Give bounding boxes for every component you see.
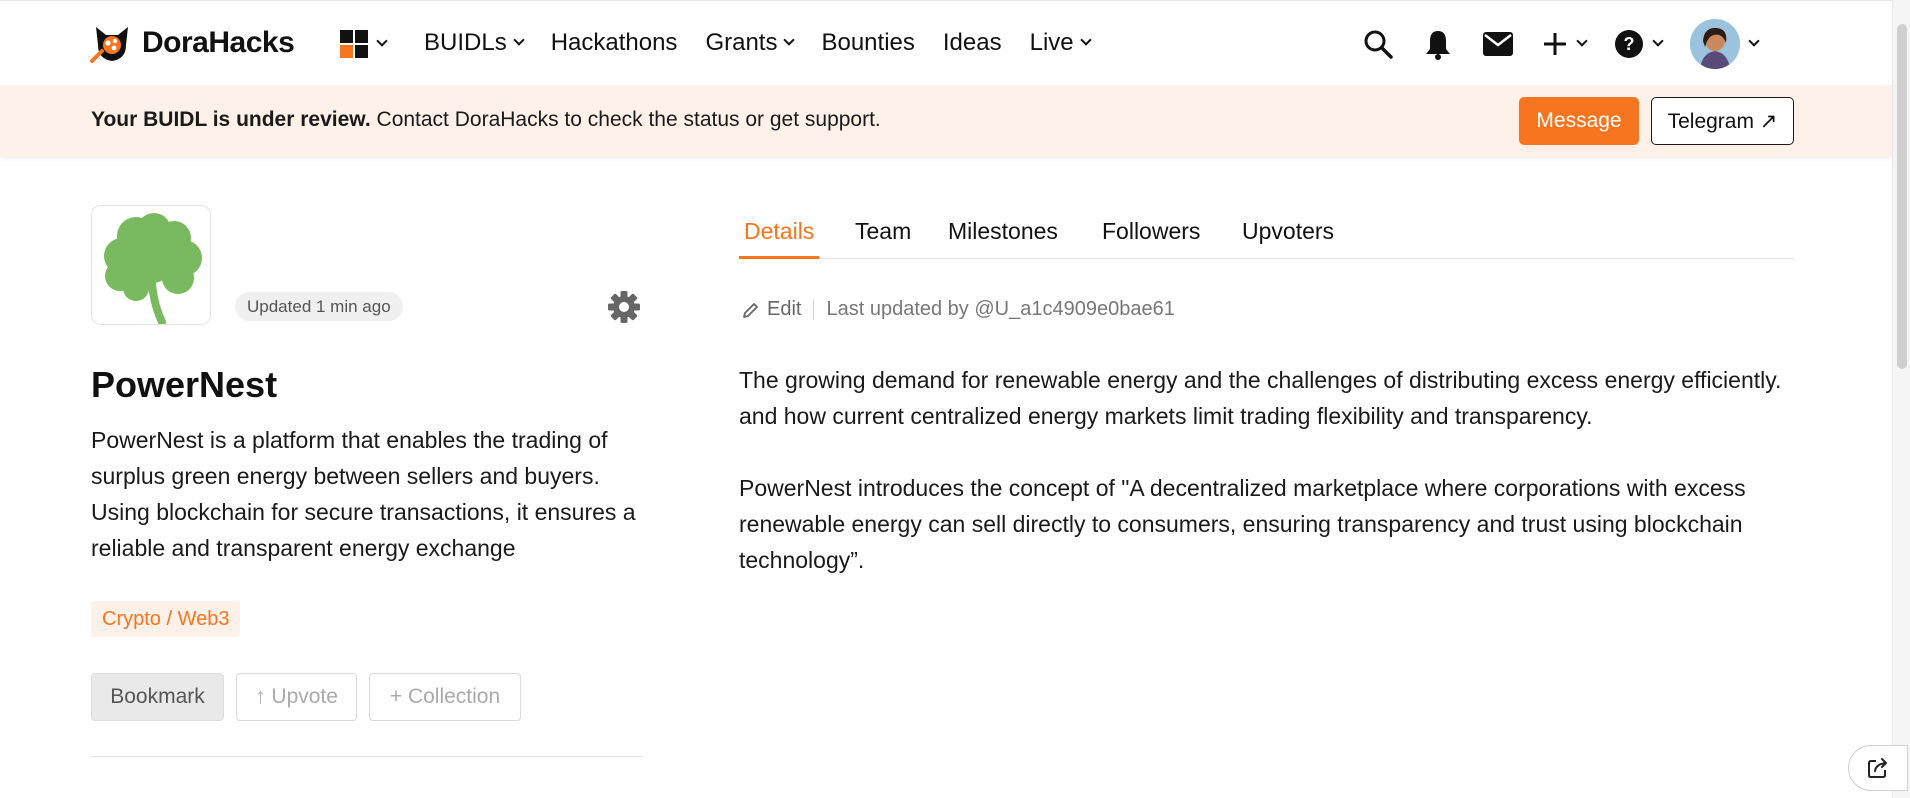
pencil-icon	[743, 302, 758, 318]
chevron-down-icon	[1576, 35, 1588, 47]
clover-icon	[104, 213, 202, 324]
nav-link-label: Grants	[705, 29, 778, 56]
top-nav: DoraHacks BUIDLs Hackathons Grants Bount…	[0, 0, 1892, 85]
upvote-button[interactable]: ↑ Upvote	[236, 673, 357, 721]
chevron-down-icon	[1748, 35, 1760, 47]
nav-link-label: Ideas	[942, 29, 1002, 56]
tab-upvoters[interactable]: Upvoters	[1242, 218, 1334, 259]
tab-bar: Details Team Milestones Followers Upvote…	[739, 218, 1794, 259]
details-content: The growing demand for renewable energy …	[739, 362, 1799, 578]
nav-bounties[interactable]: Bounties	[821, 29, 914, 57]
avatar	[1690, 19, 1740, 69]
dorahacks-logo[interactable]: DoraHacks	[90, 21, 295, 65]
banner-text: Your BUIDL is under review. Contact Dora…	[91, 108, 881, 132]
add-collection-button[interactable]: + Collection	[369, 673, 521, 721]
nav-actions: ?	[1362, 19, 1760, 69]
help-menu-button[interactable]: ?	[1614, 29, 1664, 59]
project-logo	[91, 205, 211, 325]
details-paragraph: The growing demand for renewable energy …	[739, 367, 1782, 429]
nav-link-label: Bounties	[821, 29, 915, 56]
tab-team[interactable]: Team	[855, 218, 911, 259]
separator	[813, 299, 815, 320]
nav-buidls[interactable]: BUIDLs	[424, 29, 525, 57]
chevron-down-icon	[783, 34, 796, 46]
gear-icon[interactable]	[607, 290, 641, 324]
edit-button[interactable]: Edit	[742, 298, 801, 321]
message-button[interactable]: Message	[1519, 97, 1639, 145]
search-icon[interactable]	[1362, 28, 1394, 60]
nav-hackathons[interactable]: Hackathons	[551, 29, 678, 57]
banner-bold-text: Your BUIDL is under review.	[91, 108, 371, 131]
create-menu-button[interactable]	[1542, 31, 1588, 57]
help-icon: ?	[1615, 30, 1643, 58]
category-tag[interactable]: Crypto / Web3	[91, 601, 241, 637]
review-banner: Your BUIDL is under review. Contact Dora…	[0, 85, 1892, 157]
user-menu-button[interactable]	[1690, 19, 1760, 69]
apps-menu-button[interactable]	[340, 30, 388, 58]
dorahacks-logo-icon	[90, 27, 128, 63]
tab-followers[interactable]: Followers	[1102, 218, 1200, 259]
bookmark-button[interactable]: Bookmark	[91, 673, 224, 721]
banner-body-text: Contact DoraHacks to check the status or…	[370, 108, 881, 131]
last-updated-text: Last updated by @U_a1c4909e0bae61	[826, 298, 1175, 320]
plus-icon	[1544, 33, 1566, 55]
tab-milestones[interactable]: Milestones	[948, 218, 1058, 259]
nav-link-label: Live	[1029, 29, 1074, 56]
nav-ideas[interactable]: Ideas	[943, 29, 1002, 57]
brand-name: DoraHacks	[142, 26, 295, 59]
chevron-down-icon	[1652, 35, 1664, 47]
svg-text:?: ?	[1624, 34, 1635, 54]
project-description: PowerNest is a platform that enables the…	[91, 427, 636, 561]
project-name: PowerNest	[91, 364, 278, 405]
apps-grid-icon	[340, 30, 368, 58]
details-paragraph: PowerNest introduces the concept of "A d…	[739, 475, 1746, 573]
share-icon	[1868, 758, 1887, 778]
scrollbar-thumb[interactable]	[1897, 24, 1907, 369]
share-button[interactable]	[1848, 745, 1908, 791]
mail-icon[interactable]	[1482, 28, 1514, 60]
nav-link-label: BUIDLs	[424, 29, 507, 56]
nav-live[interactable]: Live	[1029, 29, 1092, 57]
edit-label: Edit	[767, 298, 802, 320]
bell-icon[interactable]	[1422, 28, 1454, 60]
nav-grants[interactable]: Grants	[705, 29, 796, 57]
chevron-down-icon	[376, 35, 388, 47]
telegram-button[interactable]: Telegram ↗	[1651, 97, 1794, 145]
chevron-down-icon	[1079, 34, 1092, 46]
updated-badge: Updated 1 min ago	[235, 292, 403, 321]
divider	[91, 756, 643, 757]
edit-row: Edit Last updated by @U_a1c4909e0bae61	[742, 298, 1175, 321]
nav-link-label: Hackathons	[550, 29, 678, 56]
tab-details[interactable]: Details	[739, 218, 820, 259]
chevron-down-icon	[513, 34, 525, 46]
scrollbar[interactable]	[1892, 0, 1910, 798]
nav-links: BUIDLs Hackathons Grants Bounties Ideas …	[424, 29, 1092, 57]
